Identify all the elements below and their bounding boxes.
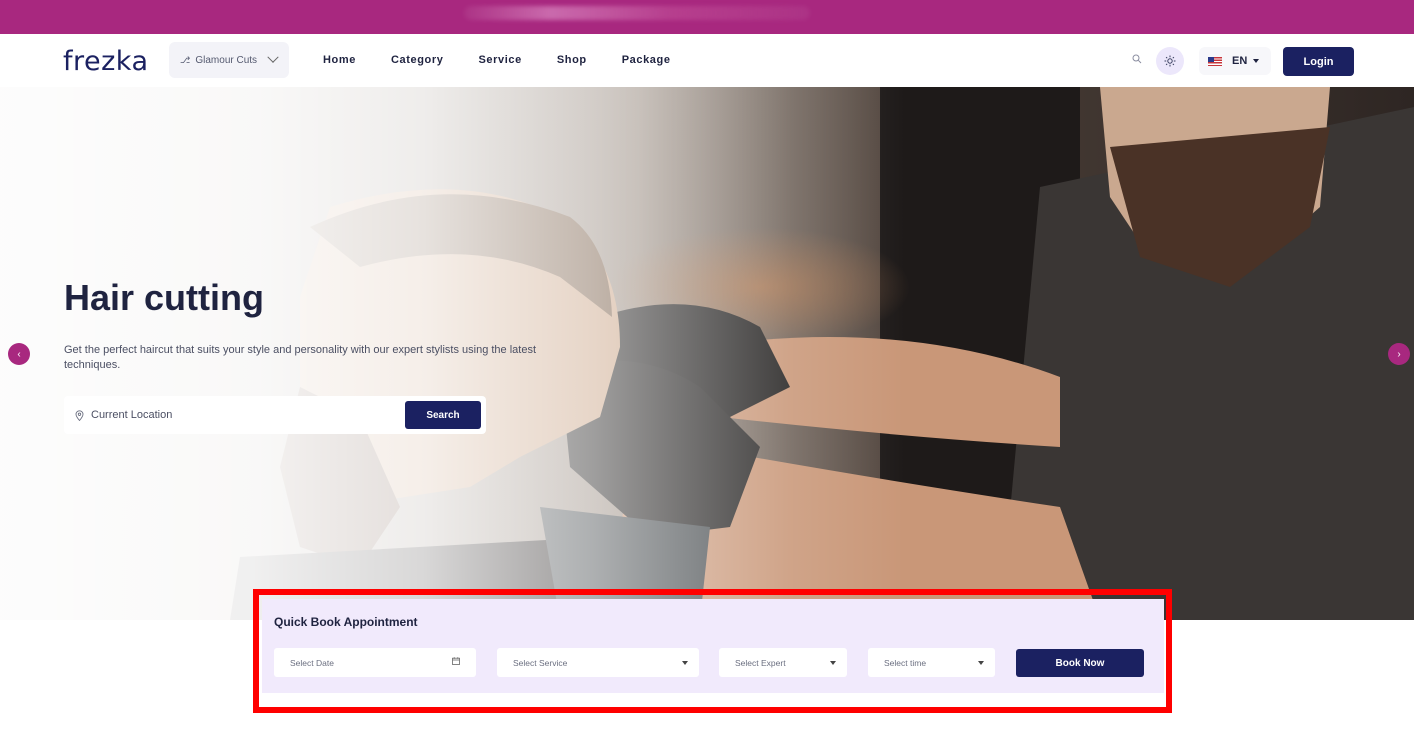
quick-book-title: Quick Book Appointment — [274, 615, 418, 629]
date-field[interactable]: Select Date — [274, 648, 476, 677]
service-placeholder: Select Service — [513, 657, 568, 668]
nav-item-home[interactable]: Home — [323, 54, 356, 66]
location-input[interactable]: Current Location — [91, 409, 172, 421]
slider-prev-button[interactable]: ‹ — [8, 343, 30, 365]
hero-title: Hair cutting — [64, 277, 265, 318]
search-icon[interactable] — [1132, 54, 1142, 64]
caret-down-icon — [1253, 59, 1260, 63]
chevron-down-icon — [267, 51, 279, 63]
expert-placeholder: Select Expert — [735, 657, 786, 668]
blurred-banner — [464, 6, 810, 20]
book-now-button[interactable]: Book Now — [1016, 649, 1144, 677]
slider-next-button[interactable]: › — [1388, 343, 1410, 365]
caret-down-icon — [978, 661, 984, 665]
hero-slider: Hair cutting Get the perfect haircut tha… — [0, 87, 1414, 620]
chevron-left-icon: ‹ — [17, 348, 21, 360]
service-select[interactable]: Select Service — [497, 648, 699, 677]
expert-select[interactable]: Select Expert — [719, 648, 847, 677]
language-selector[interactable]: EN — [1199, 47, 1271, 75]
branch-selector[interactable]: ⎇ Glamour Cuts — [169, 42, 289, 78]
promo-bar — [0, 0, 1414, 34]
location-pin-icon — [75, 409, 84, 421]
language-label: EN — [1232, 55, 1248, 67]
search-button[interactable]: Search — [405, 401, 481, 429]
nav-item-shop[interactable]: Shop — [557, 54, 587, 66]
caret-down-icon — [830, 661, 836, 665]
us-flag-icon — [1208, 56, 1222, 66]
location-search-box: Current Location Search — [64, 396, 486, 434]
branch-icon: ⎇ — [180, 54, 191, 65]
time-select[interactable]: Select time — [868, 648, 995, 677]
time-placeholder: Select time — [884, 657, 927, 668]
hero-description: Get the perfect haircut that suits your … — [64, 344, 537, 371]
logo[interactable]: frezka — [63, 46, 149, 77]
chevron-right-icon: › — [1397, 348, 1401, 360]
sun-icon — [1164, 55, 1176, 67]
branch-label: Glamour Cuts — [195, 54, 258, 66]
calendar-icon — [452, 657, 460, 665]
caret-down-icon — [682, 661, 688, 665]
date-placeholder: Select Date — [290, 657, 334, 668]
nav-item-category[interactable]: Category — [391, 54, 443, 66]
login-button[interactable]: Login — [1283, 47, 1354, 76]
theme-toggle-button[interactable] — [1156, 47, 1184, 75]
nav-item-package[interactable]: Package — [622, 54, 671, 66]
main-nav: Home Category Service Shop Package — [323, 54, 706, 66]
nav-item-service[interactable]: Service — [478, 54, 521, 66]
quick-book-panel: Quick Book Appointment Select Date Selec… — [262, 599, 1164, 693]
navbar: frezka ⎇ Glamour Cuts Home Category Serv… — [0, 34, 1414, 87]
